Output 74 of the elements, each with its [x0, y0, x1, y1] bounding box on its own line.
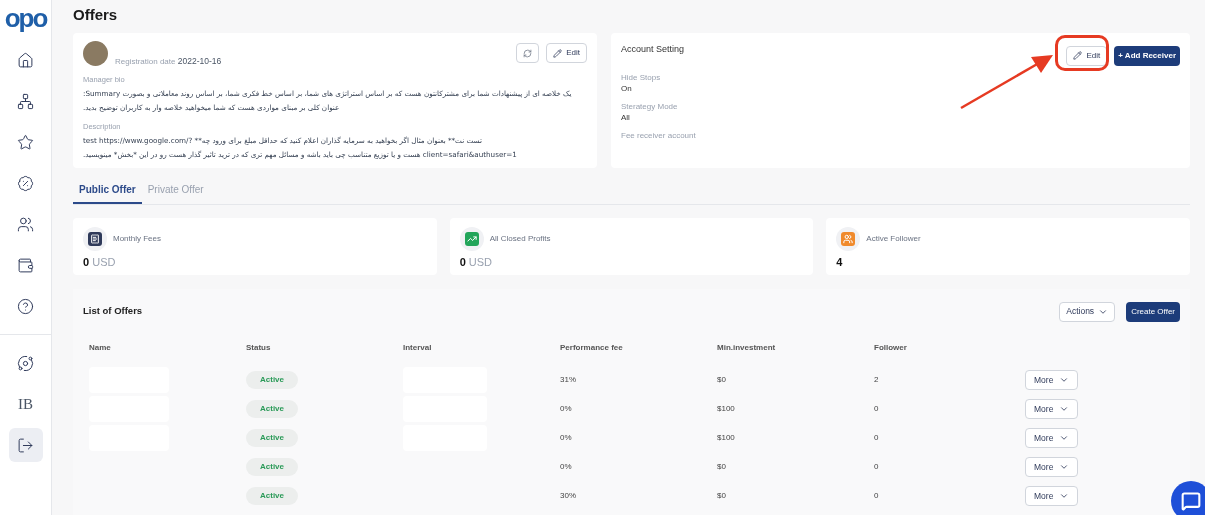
logout-icon: [17, 436, 34, 454]
field-label: Sterategy Mode: [621, 101, 679, 112]
add-receiver-button[interactable]: + Add Receiver: [1114, 45, 1180, 66]
column-header: Interval: [403, 342, 432, 352]
table-cell: $0: [717, 491, 726, 500]
more-dropdown[interactable]: More: [1025, 370, 1079, 390]
section-title: List of Offers: [83, 304, 143, 319]
stat-value: 0 USD: [83, 254, 117, 270]
column-header: Follower: [874, 342, 907, 352]
table-cell: 0: [874, 433, 879, 442]
status-badge: Active: [246, 429, 298, 447]
table-cell: $100: [717, 404, 735, 413]
edit-icon: [1073, 51, 1083, 60]
table-cell: 0: [874, 491, 879, 500]
chat-button[interactable]: [1171, 481, 1205, 515]
table-cell: 0%: [560, 404, 572, 413]
edit-icon: [553, 48, 563, 58]
field-value: On: [621, 82, 633, 95]
column-header: Performance fee: [560, 342, 623, 352]
more-dropdown[interactable]: More: [1025, 428, 1079, 448]
stat-value: 0 USD: [459, 254, 494, 270]
wallet-icon: [17, 256, 34, 274]
field-label: Hide Stops: [621, 72, 662, 83]
sidebar-item[interactable]: IB: [8, 387, 43, 421]
field-value: All: [621, 111, 631, 124]
status-badge: Active: [246, 400, 298, 418]
chevron-icon: [1059, 404, 1070, 414]
table-cell: 0: [874, 404, 879, 413]
card-title: Account Setting: [621, 42, 685, 56]
more-dropdown[interactable]: More: [1025, 399, 1079, 419]
edit-button[interactable]: Edit: [546, 43, 587, 63]
more-dropdown[interactable]: More: [1025, 486, 1079, 506]
registration-date: Registration date 2022-10-16: [115, 54, 222, 68]
more-dropdown[interactable]: More: [1025, 457, 1079, 477]
logo: opo: [4, 4, 47, 32]
network-icon: [17, 92, 34, 110]
chat-icon: [1181, 491, 1201, 511]
table-cell: 0%: [560, 433, 572, 442]
circles-icon: [17, 354, 34, 372]
stat-label: Monthly Fees: [113, 232, 162, 245]
column-header: Min.investment: [717, 342, 776, 352]
refresh-icon: [523, 48, 533, 58]
stat-label: Active Follower: [866, 232, 921, 245]
avatar: [83, 40, 108, 66]
stat-value: 4: [836, 254, 844, 270]
table-cell: 31%: [560, 375, 576, 384]
stat-label: All Closed Profits: [489, 232, 551, 245]
table-cell: $100: [717, 433, 735, 442]
home-icon: [17, 51, 34, 69]
tab[interactable]: Public Offer: [73, 181, 142, 204]
status-badge: Active: [246, 371, 298, 389]
chevron-icon: [1059, 462, 1070, 472]
chevron-icon: [1059, 491, 1070, 501]
star-icon: [17, 133, 34, 151]
column-header: Status: [246, 342, 271, 352]
users-icon: [17, 215, 34, 233]
actions-dropdown[interactable]: Actions: [1059, 301, 1116, 322]
sidebar-item[interactable]: [8, 428, 43, 462]
chevron-icon: [1059, 433, 1070, 443]
status-badge: Active: [246, 458, 298, 476]
field-label: Fee receiver account: [621, 130, 697, 141]
help-icon: [17, 297, 34, 315]
create-offer-button[interactable]: Create Offer: [1126, 301, 1180, 322]
table-cell: 0%: [560, 462, 572, 471]
table-cell: $0: [717, 375, 726, 384]
table-cell: 2: [874, 375, 879, 384]
table-cell: $0: [717, 462, 726, 471]
status-badge: Active: [246, 487, 298, 505]
chevron-icon: [1059, 375, 1070, 385]
column-header: Name: [89, 342, 111, 352]
percent-badge-icon: [17, 174, 34, 192]
page-title: Offers: [73, 5, 119, 25]
table-cell: 0: [874, 462, 879, 471]
table-cell: 30%: [560, 491, 576, 500]
